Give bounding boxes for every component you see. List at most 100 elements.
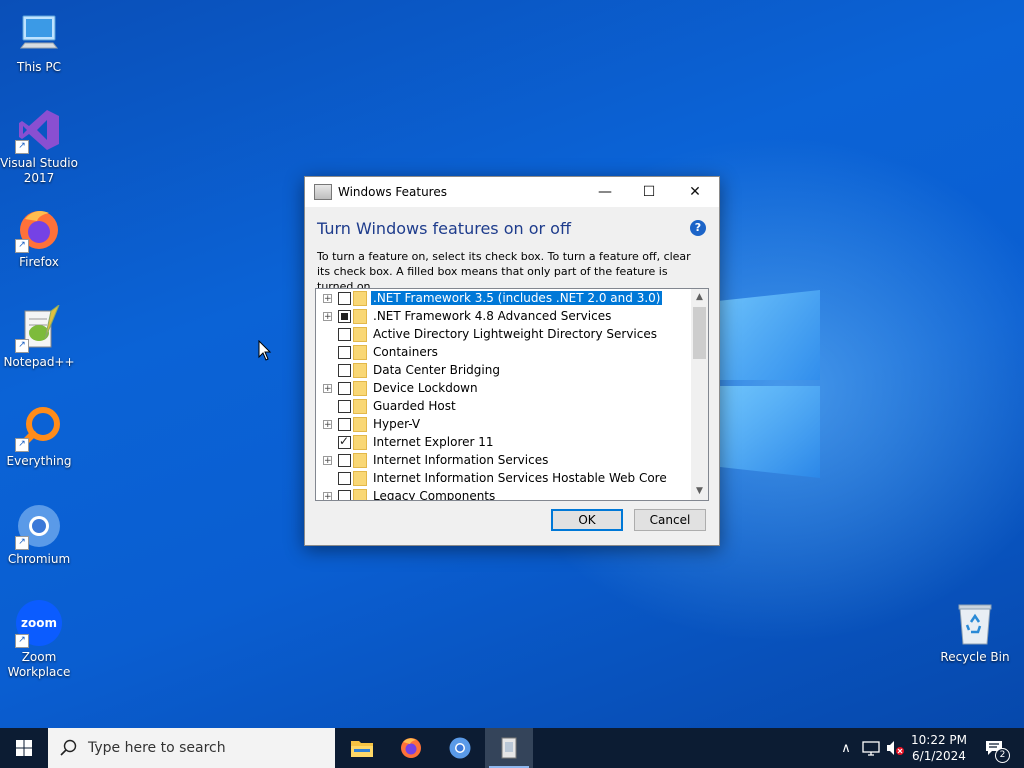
feature-row[interactable]: Guarded Host bbox=[316, 397, 690, 415]
feature-checkbox[interactable] bbox=[338, 417, 351, 431]
feature-row[interactable]: Internet Explorer 11 bbox=[316, 433, 690, 451]
feature-row[interactable]: + .NET Framework 4.8 Advanced Services bbox=[316, 307, 690, 325]
taskbar-file-explorer[interactable] bbox=[338, 728, 386, 768]
feature-label: .NET Framework 4.8 Advanced Services bbox=[373, 309, 612, 323]
desktop-icon-firefox[interactable]: ↗ Firefox bbox=[0, 205, 78, 270]
feature-row[interactable]: + Internet Information Services bbox=[316, 451, 690, 469]
desktop-icon-everything[interactable]: ↗ Everything bbox=[0, 404, 78, 469]
feature-row[interactable]: + Hyper-V bbox=[316, 415, 690, 433]
zoom-icon: zoom ↗ bbox=[15, 600, 63, 648]
folder-icon bbox=[353, 470, 367, 486]
feature-label: Data Center Bridging bbox=[373, 363, 500, 377]
search-placeholder: Type here to search bbox=[88, 740, 226, 756]
windows-features-app-icon bbox=[314, 184, 332, 200]
desktop-icon-label: Recycle Bin bbox=[940, 650, 1010, 664]
start-button[interactable] bbox=[0, 728, 48, 768]
desktop-icon-label: Everything bbox=[6, 454, 72, 468]
feature-checkbox[interactable] bbox=[338, 399, 351, 413]
taskbar-clock[interactable]: 10:22 PM 6/1/2024 bbox=[906, 732, 972, 764]
scroll-up-button[interactable]: ▲ bbox=[691, 289, 708, 306]
expand-icon[interactable]: + bbox=[323, 491, 332, 500]
feature-checkbox[interactable] bbox=[338, 363, 351, 377]
feature-row[interactable]: + Legacy Components bbox=[316, 487, 690, 501]
cancel-button[interactable]: Cancel bbox=[634, 509, 706, 531]
folder-icon bbox=[353, 434, 367, 450]
taskbar-chromium[interactable] bbox=[436, 728, 484, 768]
feature-checkbox[interactable] bbox=[338, 453, 351, 467]
expand-icon[interactable]: + bbox=[323, 383, 332, 393]
mouse-cursor-icon bbox=[258, 340, 272, 361]
desktop-icon-zoom[interactable]: zoom ↗ Zoom Workplace bbox=[0, 600, 78, 680]
feature-row[interactable]: Data Center Bridging bbox=[316, 361, 690, 379]
desktop-icon-notepad-plus-plus[interactable]: ↗ Notepad++ bbox=[0, 303, 78, 370]
wallpaper-logo-pane-top bbox=[720, 290, 820, 380]
network-icon[interactable] bbox=[860, 728, 882, 768]
close-button[interactable]: ✕ bbox=[672, 177, 718, 207]
firefox-icon bbox=[401, 738, 421, 758]
desktop-icon-visual-studio[interactable]: ↗ Visual Studio 2017 bbox=[0, 106, 78, 186]
desktop-icon-chromium[interactable]: ↗ Chromium bbox=[0, 502, 78, 567]
feature-label: Hyper-V bbox=[373, 417, 421, 431]
feature-label: Active Directory Lightweight Directory S… bbox=[373, 327, 657, 341]
taskbar-windows-features[interactable] bbox=[485, 728, 533, 768]
scroll-down-button[interactable]: ▼ bbox=[691, 483, 708, 500]
windows-features-app-icon bbox=[501, 737, 517, 759]
desktop-icon-this-pc[interactable]: This PC bbox=[0, 10, 78, 75]
feature-label: Internet Information Services bbox=[373, 453, 549, 467]
folder-icon bbox=[353, 308, 367, 324]
windows-logo-icon bbox=[16, 740, 32, 756]
desktop-icon-recycle-bin[interactable]: Recycle Bin bbox=[936, 600, 1014, 665]
feature-row[interactable]: + Device Lockdown bbox=[316, 379, 690, 397]
chromium-icon: ↗ bbox=[15, 502, 63, 550]
taskbar-firefox[interactable] bbox=[387, 728, 435, 768]
feature-checkbox[interactable] bbox=[338, 309, 351, 323]
feature-label: .NET Framework 3.5 (includes .NET 2.0 an… bbox=[371, 291, 663, 305]
expand-icon[interactable]: + bbox=[323, 293, 332, 303]
dialog-title: Windows Features bbox=[338, 185, 447, 199]
feature-row[interactable]: Containers bbox=[316, 343, 690, 361]
shortcut-arrow-icon: ↗ bbox=[15, 438, 29, 452]
shortcut-arrow-icon: ↗ bbox=[15, 140, 29, 154]
features-scrollbar[interactable]: ▲ ▼ bbox=[691, 289, 708, 500]
maximize-button[interactable]: ☐ bbox=[626, 177, 672, 207]
feature-checkbox[interactable] bbox=[338, 345, 351, 359]
dialog-titlebar[interactable]: Windows Features — ☐ ✕ bbox=[305, 177, 719, 207]
expand-icon[interactable]: + bbox=[323, 311, 332, 321]
notification-center-button[interactable]: 2 bbox=[978, 728, 1010, 768]
feature-row[interactable]: Active Directory Lightweight Directory S… bbox=[316, 325, 690, 343]
feature-checkbox[interactable] bbox=[338, 489, 351, 500]
feature-checkbox[interactable] bbox=[338, 327, 351, 341]
desktop-icon-label: This PC bbox=[17, 60, 61, 74]
help-icon[interactable]: ? bbox=[690, 220, 706, 236]
folder-icon bbox=[353, 344, 367, 360]
features-tree[interactable]: + .NET Framework 3.5 (includes .NET 2.0 a… bbox=[315, 288, 709, 501]
volume-muted-icon[interactable] bbox=[884, 728, 906, 768]
clock-date: 6/1/2024 bbox=[912, 749, 966, 763]
feature-label: Legacy Components bbox=[373, 489, 496, 501]
feature-row[interactable]: Internet Information Services Hostable W… bbox=[316, 469, 690, 487]
desktop-icon-label: Chromium bbox=[7, 552, 71, 566]
desktop-icon-label: Zoom Workplace bbox=[7, 650, 71, 679]
feature-checkbox[interactable] bbox=[338, 434, 351, 449]
tray-show-hidden-icons[interactable]: ∧ bbox=[836, 728, 856, 768]
feature-checkbox[interactable] bbox=[338, 291, 351, 305]
minimize-button[interactable]: — bbox=[582, 177, 628, 207]
ok-button[interactable]: OK bbox=[551, 509, 623, 531]
feature-checkbox[interactable] bbox=[338, 471, 351, 485]
desktop-icon-label: Notepad++ bbox=[3, 355, 75, 369]
feature-row[interactable]: + .NET Framework 3.5 (includes .NET 2.0 a… bbox=[316, 289, 690, 307]
taskbar-search-box[interactable]: Type here to search bbox=[48, 728, 335, 768]
everything-search-icon: ↗ bbox=[15, 404, 63, 452]
scroll-thumb[interactable] bbox=[693, 307, 706, 359]
shortcut-arrow-icon: ↗ bbox=[15, 536, 29, 550]
expand-icon[interactable]: + bbox=[323, 419, 332, 429]
expand-icon[interactable]: + bbox=[323, 455, 332, 465]
features-tree-rows: + .NET Framework 3.5 (includes .NET 2.0 a… bbox=[316, 289, 690, 501]
feature-checkbox[interactable] bbox=[338, 381, 351, 395]
shortcut-arrow-icon: ↗ bbox=[15, 634, 29, 648]
folder-icon bbox=[353, 488, 367, 500]
